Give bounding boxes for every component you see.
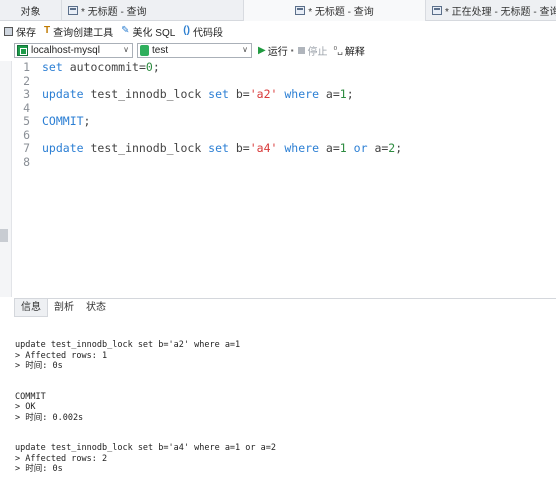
side-panel-strip	[0, 61, 12, 297]
code-text: update test_innodb_lock set b='a2' where…	[42, 87, 354, 101]
database-icon	[140, 45, 149, 56]
message-line: > Affected rows: 1	[15, 350, 108, 361]
connection-value: localhost-mysql	[31, 45, 100, 56]
tab-profile[interactable]: 剖析	[48, 299, 80, 317]
message-line: COMMIT	[15, 391, 46, 402]
beautify-icon: ✎	[121, 25, 130, 36]
tab-messages[interactable]: 信息	[14, 299, 48, 317]
table-icon	[295, 6, 306, 15]
save-icon	[4, 26, 13, 36]
explain-button[interactable]: ⁰␣ 解释	[334, 43, 365, 58]
tab-label: 对象	[20, 7, 41, 18]
code-snippet-button[interactable]: () 代码段	[183, 24, 223, 39]
database-select[interactable]: test ∨	[137, 43, 252, 58]
query-builder-button[interactable]: T 查询创建工具	[44, 24, 113, 39]
editor-line[interactable]: 2	[14, 73, 556, 89]
editor-line[interactable]: 3 update test_innodb_lock set b='a2' wher…	[14, 87, 556, 102]
message-line: > OK	[15, 402, 36, 412]
run-label: 运行	[267, 47, 288, 58]
message-line: update test_innodb_lock set b='a4' where…	[15, 443, 276, 453]
line-number: 1	[23, 60, 30, 74]
tab-label: * 无标题 - 查询	[81, 7, 147, 18]
line-number: 3	[23, 87, 30, 101]
chevron-down-icon: ∨	[242, 45, 248, 54]
message-line: > 时间: 0s	[15, 361, 63, 371]
message-block: update test_innodb_lock set b='a2' where…	[15, 340, 555, 372]
message-block: update test_innodb_lock set b='a4' where…	[15, 443, 555, 475]
message-block: COMMIT > OK > 时间: 0.002s	[15, 392, 555, 424]
table-icon	[432, 6, 442, 15]
editor-line[interactable]: 5 COMMIT;	[14, 114, 556, 129]
beautify-label: 美化 SQL	[132, 27, 176, 39]
line-number: 7	[23, 141, 30, 155]
tab-objects[interactable]: 对象	[0, 0, 62, 21]
tab-query-3[interactable]: * 正在处理 - 无标题 - 查询	[426, 0, 556, 21]
tab-query-1[interactable]: * 无标题 - 查询	[62, 0, 244, 21]
snippet-icon: ()	[183, 25, 190, 36]
code-text: update test_innodb_lock set b='a4' where…	[42, 141, 403, 155]
query-builder-icon: T	[44, 25, 51, 36]
message-line: > 时间: 0.002s	[15, 412, 84, 423]
stop-icon	[297, 47, 305, 54]
chevron-down-icon: ∨	[123, 45, 129, 54]
connection-select[interactable]: localhost-mysql ∨	[14, 43, 133, 58]
line-number: 6	[23, 127, 30, 142]
line-number: 5	[23, 114, 30, 128]
run-options-icon[interactable]: ▪	[291, 46, 294, 55]
editor-line[interactable]: 4	[14, 100, 556, 116]
stop-button[interactable]: 停止	[297, 43, 328, 58]
message-line: update test_innodb_lock set b='a2' where…	[15, 340, 241, 350]
panel-collapse-handle[interactable]	[0, 229, 8, 242]
connection-icon	[17, 45, 28, 56]
play-icon: ▶	[258, 45, 266, 56]
sql-editor[interactable]: 1 set autocommit=0; 2 3 update test_innodb_l…	[14, 60, 556, 297]
editor-line[interactable]: 7 update test_innodb_lock set b='a4' wher…	[14, 141, 556, 156]
explain-icon: ⁰␣	[333, 45, 343, 55]
editor-line[interactable]: 8	[14, 154, 556, 170]
editor-line[interactable]: 1 set autocommit=0;	[14, 60, 556, 75]
beautify-sql-button[interactable]: ✎ 美化 SQL	[121, 24, 175, 39]
tab-status[interactable]: 状态	[80, 299, 112, 317]
database-value: test	[152, 45, 169, 56]
line-number: 4	[23, 100, 30, 115]
line-number: 2	[23, 73, 30, 88]
message-line: > 时间: 0s	[15, 464, 63, 474]
run-button[interactable]: ▶ 运行 ▪	[258, 43, 298, 58]
code-text: set autocommit=0;	[42, 60, 160, 74]
messages-output: update test_innodb_lock set b='a2' where…	[15, 340, 555, 480]
query-builder-label: 查询创建工具	[53, 27, 114, 39]
line-number: 8	[23, 154, 30, 169]
connection-bar: localhost-mysql ∨ test ∨ ▶ 运行 ▪ 停止 ⁰␣ 解释	[0, 41, 556, 60]
tab-query-2-active[interactable]: * 无标题 - 查询	[244, 0, 426, 21]
result-tabs: 信息 剖析 状态	[14, 298, 556, 317]
editor-line[interactable]: 6	[14, 127, 556, 143]
save-button[interactable]: 保存	[4, 24, 36, 39]
message-line: > Affected rows: 2	[15, 453, 108, 464]
explain-label: 解释	[344, 47, 365, 58]
query-toolbar: 保存 T 查询创建工具 ✎ 美化 SQL () 代码段	[0, 22, 556, 40]
table-icon	[68, 6, 78, 15]
snippet-label: 代码段	[192, 27, 223, 39]
code-text: COMMIT;	[42, 114, 91, 128]
tab-label: * 无标题 - 查询	[308, 7, 374, 18]
save-label: 保存	[16, 27, 36, 39]
stop-label: 停止	[307, 47, 328, 58]
tab-label: * 正在处理 - 无标题 - 查询	[445, 7, 556, 18]
tab-bar: 对象 * 无标题 - 查询 * 无标题 - 查询 * 正在处理 - 无标题 - …	[0, 0, 556, 21]
